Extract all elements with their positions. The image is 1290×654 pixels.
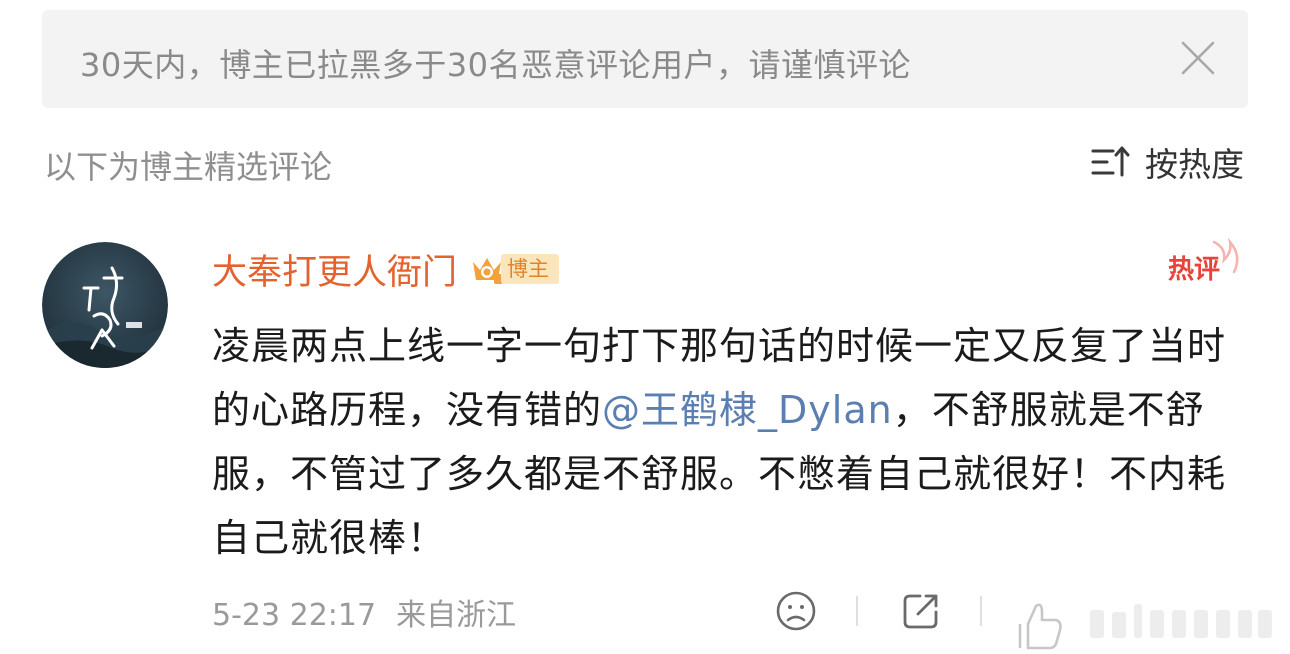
comment-location: 来自浙江	[396, 598, 517, 633]
action-divider	[856, 596, 858, 626]
comment-text: 凌晨两点上线一字一句打下那句话的时候一定又反复了当时的心路历程，没有错的@王鹤棣…	[212, 314, 1252, 570]
section-title: 以下为博主精选评论	[44, 148, 333, 186]
comment-header: 大奉打更人衙门 博主	[212, 244, 560, 295]
mention-link[interactable]: @王鹤棣_Dylan	[602, 388, 893, 432]
sort-by-hot-button[interactable]: 按热度	[1091, 140, 1244, 184]
crown-icon	[473, 258, 504, 284]
warning-banner: 30天内，博主已拉黑多于30名恶意评论用户，请谨慎评论	[42, 10, 1248, 108]
comment-time: 5-23 22:17	[212, 598, 377, 633]
svg-text:热评: 热评	[1168, 255, 1220, 285]
comment-meta: 5-23 22:17 来自浙江	[212, 590, 516, 634]
host-badge: 博主	[501, 254, 560, 284]
warning-text: 30天内，博主已拉黑多于30名恶意评论用户，请谨慎评论	[80, 46, 911, 84]
close-icon[interactable]	[1180, 40, 1216, 76]
hot-comment-tag: 热评	[1168, 238, 1239, 285]
comment-page: 30天内，博主已拉黑多于30名恶意评论用户，请谨慎评论 以下为博主精选评论 按热…	[0, 0, 1290, 654]
like-icon[interactable]	[1000, 590, 1290, 654]
avatar[interactable]	[42, 242, 168, 368]
dislike-face-icon[interactable]	[775, 590, 817, 632]
action-divider	[980, 596, 982, 626]
share-icon[interactable]	[900, 590, 942, 632]
username[interactable]: 大奉打更人衙门	[212, 244, 457, 295]
sort-label: 按热度	[1145, 145, 1244, 184]
sort-icon	[1091, 146, 1130, 177]
